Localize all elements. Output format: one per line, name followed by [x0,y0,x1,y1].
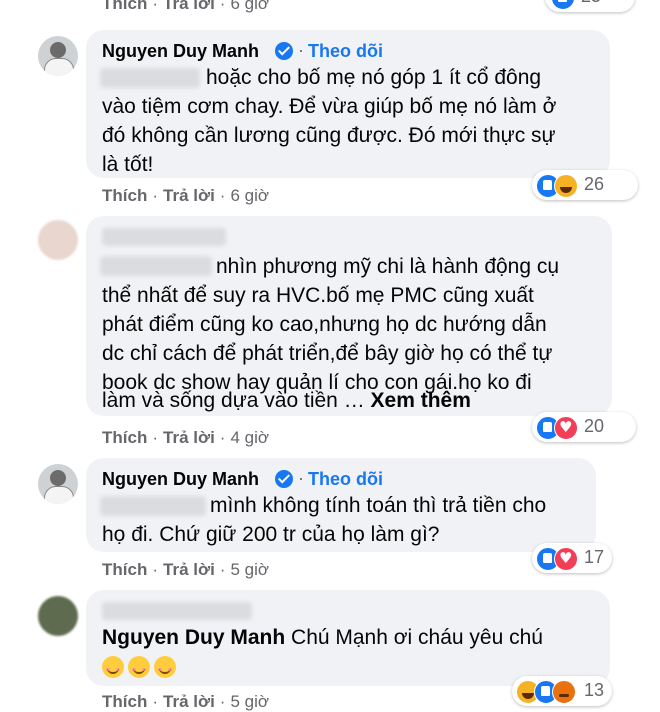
reply-link[interactable]: Trả lời [163,186,215,205]
comment-text-line: là tốt! [102,153,154,176]
blurred-name-tag [100,256,212,276]
timestamp[interactable]: 5 giờ [230,692,269,711]
follow-button[interactable]: Theo dõi [308,41,383,62]
tagged-user-link[interactable]: Nguyen Duy Manh [102,626,285,649]
smiling-face-emoji-icon [128,656,150,678]
like-link[interactable]: Thích [102,692,147,711]
timestamp[interactable]: 5 giờ [230,560,269,579]
reaction-summary[interactable]: 25 [545,0,635,12]
reaction-count: 20 [584,416,605,436]
reaction-count: 17 [584,547,605,567]
comment-actions: Thích · Trả lời · 5 giờ [102,560,270,579]
follow-button[interactable]: Theo dõi [308,469,383,490]
comment-author[interactable]: Nguyen Duy Manh [102,469,259,490]
reaction-count: 13 [584,680,605,700]
avatar[interactable] [38,220,78,260]
comment-text-line: dc chỉ cách để phát triển,để bây giờ họ … [102,342,553,365]
reaction-summary[interactable]: 17 [532,543,612,573]
haha-icon [554,174,578,198]
comment-actions: Thích · Trả lời · 4 giờ [102,428,270,447]
comment-text-line: làm và sống dựa vào tiền … Xem thêm [102,389,471,412]
comment-actions: Thích · Trả lời · 6 giờ [102,186,270,205]
see-more-link[interactable]: Xem thêm [371,389,471,412]
blurred-name-tag [100,496,206,516]
reply-link[interactable]: Trả lời [163,0,215,13]
comment-bubble: nhìn phương mỹ chi là hành động cụ thể n… [86,216,612,416]
comment-text-line: phát điểm cũng ko cao,nhưng họ dc hướng … [102,313,547,336]
love-icon [554,416,578,440]
reaction-count: 25 [581,0,601,7]
reply-link[interactable]: Trả lời [163,692,215,711]
love-icon [554,547,578,571]
reaction-summary[interactable]: 26 [532,170,638,200]
comment-bubble: Nguyen Duy Manh Chú Mạnh ơi cháu yêu chú [86,590,610,686]
avatar[interactable] [38,464,78,504]
reply-link[interactable]: Trả lời [163,560,215,579]
blurred-author-name [102,602,252,620]
timestamp[interactable]: 6 giờ [230,186,269,205]
smiling-face-emoji-icon [102,656,124,678]
verified-badge-icon [275,470,293,488]
like-icon [551,0,575,10]
verified-badge-icon [275,42,293,60]
comment-text-line: vào tiệm cơm chay. Để vừa giúp bố mẹ nó … [102,95,557,118]
like-link[interactable]: Thích [102,428,147,447]
reaction-count: 26 [584,174,605,194]
comment-text-line: đó không cần lương cũng được. Đó mới thự… [102,124,556,147]
smiling-face-emoji-icon [154,656,176,678]
comment-text-line: nhìn phương mỹ chi là hành động cụ [216,255,560,278]
comment-text-line: Nguyen Duy Manh Chú Mạnh ơi cháu yêu chú [102,626,543,649]
blurred-author-name [102,228,226,246]
timestamp[interactable]: 4 giờ [230,428,269,447]
comment-bubble: Nguyen Duy Manh · Theo dõi hoặc cho bố m… [86,30,610,178]
comment-text-line: thể nhất để suy ra HVC.bố mẹ PMC cũng xu… [102,284,534,307]
like-link[interactable]: Thích [102,560,147,579]
comment-author[interactable]: Nguyen Duy Manh [102,41,259,62]
like-link[interactable]: Thích [102,186,147,205]
comment-text-line: họ đi. Chứ giữ 200 tr của họ làm gì? [102,523,440,546]
comment-actions: Thích · Trả lời · 5 giờ [102,692,270,711]
comment-bubble: Nguyen Duy Manh · Theo dõi mình không tí… [86,458,596,552]
angry-icon [552,680,576,704]
comment-text-line: mình không tính toán thì trả tiền cho [210,494,547,517]
comment-text-line: hoặc cho bố mẹ nó góp 1 ít cổ đông [206,66,542,89]
reaction-summary[interactable]: 13 [512,676,612,706]
comment-actions: Thích · Trả lời · 6 giờ [102,0,269,14]
avatar[interactable] [38,36,78,76]
timestamp[interactable]: 6 giờ [230,0,269,13]
like-link[interactable]: Thích [102,0,147,13]
blurred-name-tag [100,68,200,88]
reply-link[interactable]: Trả lời [163,428,215,447]
reaction-summary[interactable]: 20 [532,412,636,442]
avatar[interactable] [38,596,78,636]
